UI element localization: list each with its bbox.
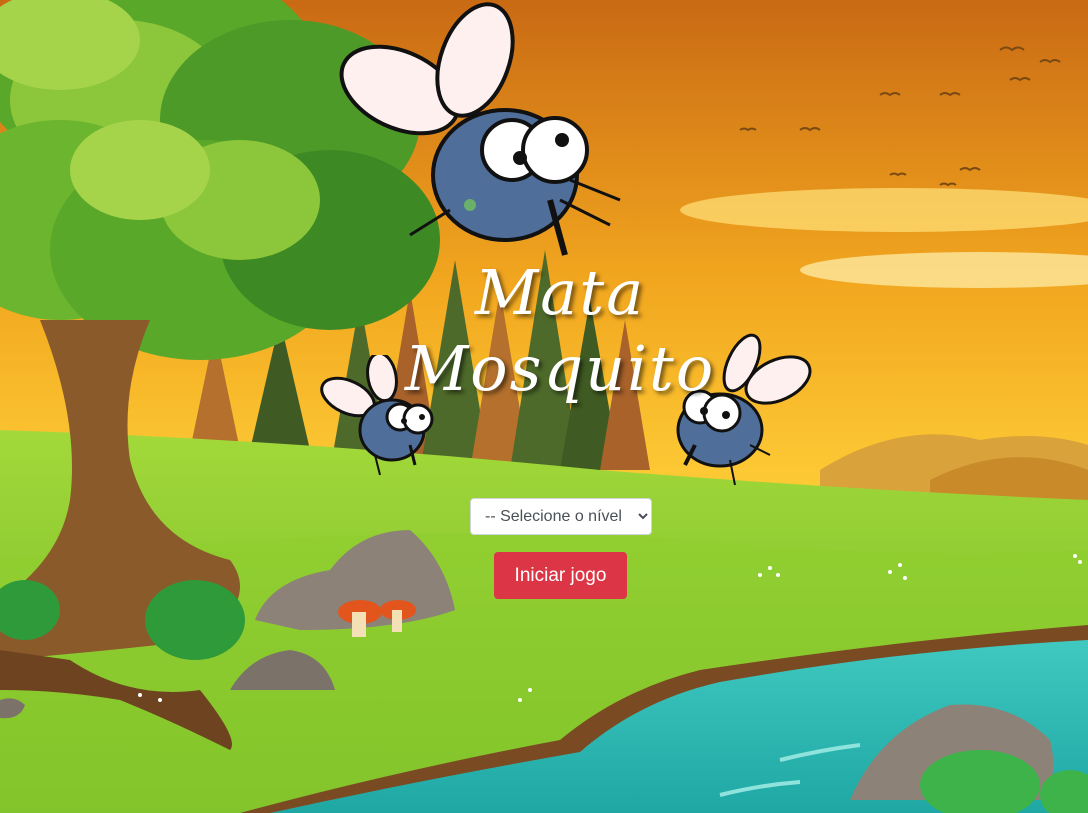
level-select[interactable]: -- Selecione o nível -- [470,498,652,535]
mosquito-large[interactable] [330,0,630,265]
game-title-line1: Mata [474,256,646,329]
game-title: Mata Mosquito [380,255,740,407]
game-title-line2: Mosquito [404,332,716,405]
start-game-button[interactable]: Iniciar jogo [494,552,627,599]
game-scene: Mata Mosquito -- Selecione o nível -- In… [0,0,1088,813]
